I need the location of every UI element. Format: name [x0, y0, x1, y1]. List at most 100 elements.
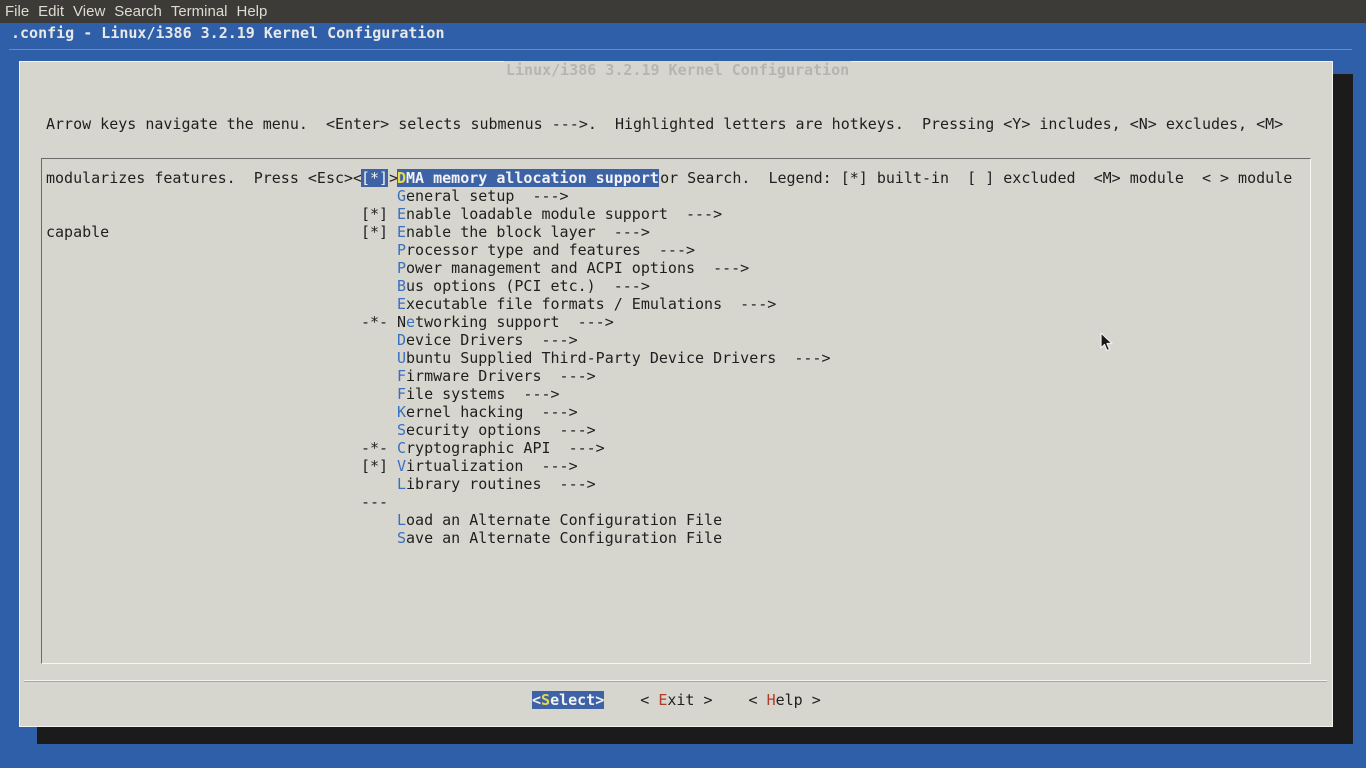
menu-item-label: Processor type and features --->: [397, 241, 696, 259]
menu-item-prefix: [361, 367, 397, 385]
menu-item-prefix: [361, 277, 397, 295]
menu-item-hotkey: D: [397, 169, 407, 187]
menu-item-hotkey: E: [397, 205, 407, 223]
menu-item-prefix: [361, 187, 397, 205]
menu-item-label: Networking support --->: [397, 313, 614, 331]
menu-item-hotkey: P: [397, 259, 407, 277]
menu-item-label: Firmware Drivers --->: [397, 367, 596, 385]
menu-item[interactable]: Save an Alternate Configuration File: [361, 529, 830, 547]
menu-item-hotkey: V: [397, 457, 407, 475]
menu-item-prefix: [*]: [361, 205, 389, 223]
menu-item-prefix: [361, 331, 397, 349]
menu-item-label: General setup --->: [397, 187, 569, 205]
terminal-config-title: .config - Linux/i386 3.2.19 Kernel Confi…: [11, 24, 445, 42]
menu-item-label: Bus options (PCI etc.) --->: [397, 277, 650, 295]
menu-item[interactable]: Library routines --->: [361, 475, 830, 493]
menu-item[interactable]: Executable file formats / Emulations ---…: [361, 295, 830, 313]
menu-bar: File Edit View Search Terminal Help: [0, 0, 1366, 23]
menu-item-prefix: -*-: [361, 439, 389, 457]
menu-item[interactable]: [*] Enable the block layer --->: [361, 223, 830, 241]
menu-item-hotkey: S: [397, 529, 407, 547]
menu-item[interactable]: -*- Networking support --->: [361, 313, 830, 331]
menu-item-prefix: [361, 475, 397, 493]
menu-item-label: Enable loadable module support --->: [397, 205, 723, 223]
button-divider: [24, 680, 1327, 682]
menu-item-hotkey: D: [397, 331, 407, 349]
menu-item-prefix: ---: [361, 493, 389, 511]
menu-view[interactable]: View: [68, 3, 109, 20]
menu-item-hotkey: F: [397, 367, 407, 385]
mouse-pointer-icon: [1100, 332, 1113, 352]
menu-item-label: Device Drivers --->: [397, 331, 578, 349]
menu-item-prefix: [361, 259, 397, 277]
menu-item-hotkey: F: [397, 385, 407, 403]
menu-item-prefix: [361, 403, 397, 421]
menu-item-prefix: [361, 511, 397, 529]
menu-item-label: Library routines --->: [397, 475, 596, 493]
select-button[interactable]: <Select>: [532, 691, 605, 709]
menu-item[interactable]: Device Drivers --->: [361, 331, 830, 349]
menu-item-hotkey: E: [397, 223, 407, 241]
menu-item-prefix: [361, 385, 397, 403]
menu-item[interactable]: [*] DMA memory allocation support: [361, 169, 830, 187]
menu-item-hotkey: P: [397, 241, 407, 259]
menu-file[interactable]: File: [0, 3, 33, 20]
menu-item-label: Security options --->: [397, 421, 596, 439]
menu-item[interactable]: Power management and ACPI options --->: [361, 259, 830, 277]
menu-search[interactable]: Search: [109, 3, 166, 20]
menu-help[interactable]: Help: [232, 3, 272, 20]
title-divider: [9, 49, 1352, 50]
menu-item-prefix: [361, 529, 397, 547]
menu-terminal[interactable]: Terminal: [166, 3, 232, 20]
menu-item-hotkey: e: [406, 313, 416, 331]
menu-item-hotkey: L: [397, 511, 407, 529]
menu-item[interactable]: Processor type and features --->: [361, 241, 830, 259]
menu-item[interactable]: Firmware Drivers --->: [361, 367, 830, 385]
menu-item[interactable]: Bus options (PCI etc.) --->: [361, 277, 830, 295]
menu-item-prefix: [*]: [361, 223, 389, 241]
help-button[interactable]: < Help >: [749, 691, 821, 709]
menu-item-hotkey: C: [397, 439, 407, 457]
menu-item[interactable]: Ubuntu Supplied Third-Party Device Drive…: [361, 349, 830, 367]
menu-item-label: Ubuntu Supplied Third-Party Device Drive…: [397, 349, 831, 367]
menu-list: [*] DMA memory allocation support General …: [361, 169, 830, 547]
menu-item[interactable]: ---: [361, 493, 830, 511]
menu-item-hotkey: G: [397, 187, 407, 205]
menu-item-hotkey: U: [397, 349, 407, 367]
menu-item-hotkey: K: [397, 403, 407, 421]
menu-item-hotkey: S: [397, 421, 407, 439]
menu-item-label: Cryptographic API --->: [397, 439, 605, 457]
menu-item[interactable]: [*] Virtualization --->: [361, 457, 830, 475]
dialog-title: Linux/i386 3.2.19 Kernel Configuration: [504, 61, 852, 79]
menu-item[interactable]: General setup --->: [361, 187, 830, 205]
menu-item-prefix: [361, 349, 397, 367]
menu-item-label: File systems --->: [397, 385, 560, 403]
menu-item[interactable]: File systems --->: [361, 385, 830, 403]
menu-item[interactable]: Load an Alternate Configuration File: [361, 511, 830, 529]
menu-item-label: DMA memory allocation support: [397, 169, 659, 187]
menu-item-prefix: [361, 241, 397, 259]
menu-item-label: Power management and ACPI options --->: [397, 259, 750, 277]
exit-button[interactable]: < Exit >: [640, 691, 712, 709]
menu-item[interactable]: [*] Enable loadable module support --->: [361, 205, 830, 223]
menu-item[interactable]: -*- Cryptographic API --->: [361, 439, 830, 457]
menu-item-prefix: [361, 421, 397, 439]
menu-item-label: Enable the block layer --->: [397, 223, 650, 241]
button-row: <Select> < Exit > < Help >: [532, 691, 821, 709]
menu-item-prefix: [*]: [361, 457, 389, 475]
help-line-1: Arrow keys navigate the menu. <Enter> se…: [46, 115, 1284, 133]
menu-item[interactable]: Security options --->: [361, 421, 830, 439]
menu-item-hotkey: E: [397, 295, 407, 313]
menu-item-prefix: [*]: [361, 169, 389, 187]
menu-item-hotkey: L: [397, 475, 407, 493]
menu-item-label: Save an Alternate Configuration File: [397, 529, 723, 547]
menu-item-label: Executable file formats / Emulations ---…: [397, 295, 777, 313]
menu-edit[interactable]: Edit: [33, 3, 68, 20]
menu-item[interactable]: Kernel hacking --->: [361, 403, 830, 421]
menu-item-label: Virtualization --->: [397, 457, 578, 475]
menu-item-prefix: -*-: [361, 313, 389, 331]
menu-item-prefix: [361, 295, 397, 313]
menu-item-label: Load an Alternate Configuration File: [397, 511, 723, 529]
menu-item-hotkey: B: [397, 277, 407, 295]
menu-item-label: Kernel hacking --->: [397, 403, 578, 421]
